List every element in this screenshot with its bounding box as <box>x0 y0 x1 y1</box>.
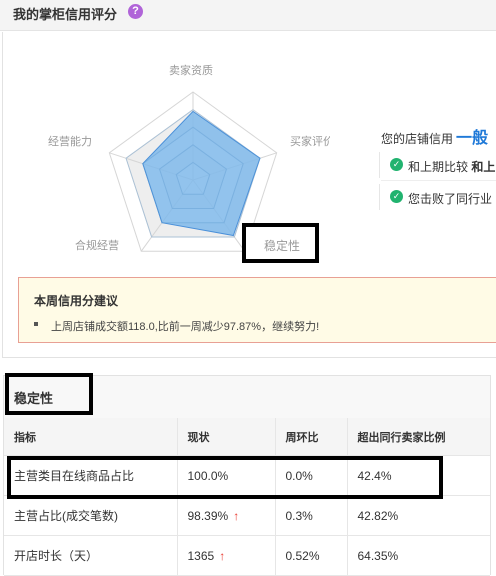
metric-exceed: 42.82% <box>347 495 490 536</box>
metric-current: 1365 ↑ <box>177 535 276 576</box>
radar-label: 合规经营 <box>75 238 119 252</box>
metric-exceed: 42.4% <box>347 455 490 496</box>
page-title: 我的掌柜信用评分 <box>13 7 118 22</box>
shop-credit-summary: 您的店铺信用 一般 <box>381 124 488 148</box>
advice-title: 本周信用分建议 <box>34 294 119 308</box>
up-arrow-icon: ↑ <box>233 508 240 523</box>
table-row: 主营占比(成交笔数) 98.39% ↑ 0.3% 42.82% <box>4 495 490 536</box>
shop-credit-level: 一般 <box>456 130 489 147</box>
bullet-icon <box>34 322 38 326</box>
stability-highlight-box[interactable]: 稳定性 <box>242 223 319 263</box>
help-icon[interactable]: ? <box>128 4 143 19</box>
compare-prefix: 和上期比较 <box>408 160 469 174</box>
metric-wow: 0.0% <box>275 455 348 496</box>
section-title: 稳定性 <box>14 391 54 406</box>
metric-current: 98.39% ↑ <box>177 495 276 536</box>
advice-panel: 本周信用分建议 上周店铺成交额118.0,比前一周减少97.87%，继续努力! <box>18 277 496 343</box>
radar-label-stability: 稳定性 <box>264 239 301 253</box>
col-header-exceed: 超出同行卖家比例 <box>347 418 490 456</box>
compare-row: ✓ 和上期比较 和上 <box>379 152 496 178</box>
metric-current: 100.0% <box>177 455 276 496</box>
col-header-current: 现状 <box>177 418 276 456</box>
metric-wow: 0.3% <box>275 495 348 536</box>
panel-border-bottom <box>2 357 496 358</box>
section-title-box[interactable]: 稳定性 <box>5 373 93 415</box>
check-icon: ✓ <box>390 158 403 171</box>
check-icon: ✓ <box>390 190 403 203</box>
header-bar: 我的掌柜信用评分 ? <box>0 0 496 31</box>
table-row: 主营类目在线商品占比 100.0% 0.0% 42.4% <box>4 455 490 496</box>
table-header-row: 指标 现状 周环比 超出同行卖家比例 <box>4 418 490 456</box>
advice-item: 上周店铺成交额118.0,比前一周减少97.87%，继续努力! <box>51 321 320 333</box>
radar-label: 卖家资质 <box>169 63 213 77</box>
metric-exceed: 64.35% <box>347 535 490 576</box>
metric-name: 主营类目在线商品占比 <box>4 455 178 496</box>
radar-label: 买家评价 <box>290 134 330 148</box>
beat-text: 您击败了同行业 <box>408 192 493 206</box>
shop-credit-label: 您的店铺信用 <box>381 132 454 146</box>
beat-row: ✓ 您击败了同行业 <box>379 184 496 210</box>
radar-label: 经营能力 <box>48 134 92 148</box>
metric-wow: 0.52% <box>275 535 348 576</box>
compare-value: 和上 <box>471 160 496 174</box>
col-header-metric: 指标 <box>4 418 178 456</box>
table-row: 开店时长（天） 1365 ↑ 0.52% 64.35% <box>4 535 490 576</box>
metric-name: 主营占比(成交笔数) <box>4 495 178 536</box>
metric-name: 开店时长（天） <box>4 535 178 576</box>
col-header-wow: 周环比 <box>275 418 348 456</box>
metrics-table: 指标 现状 周环比 超出同行卖家比例 主营类目在线商品占比 100.0% 0.0… <box>4 418 490 576</box>
divider <box>381 180 496 181</box>
up-arrow-icon: ↑ <box>219 548 226 563</box>
